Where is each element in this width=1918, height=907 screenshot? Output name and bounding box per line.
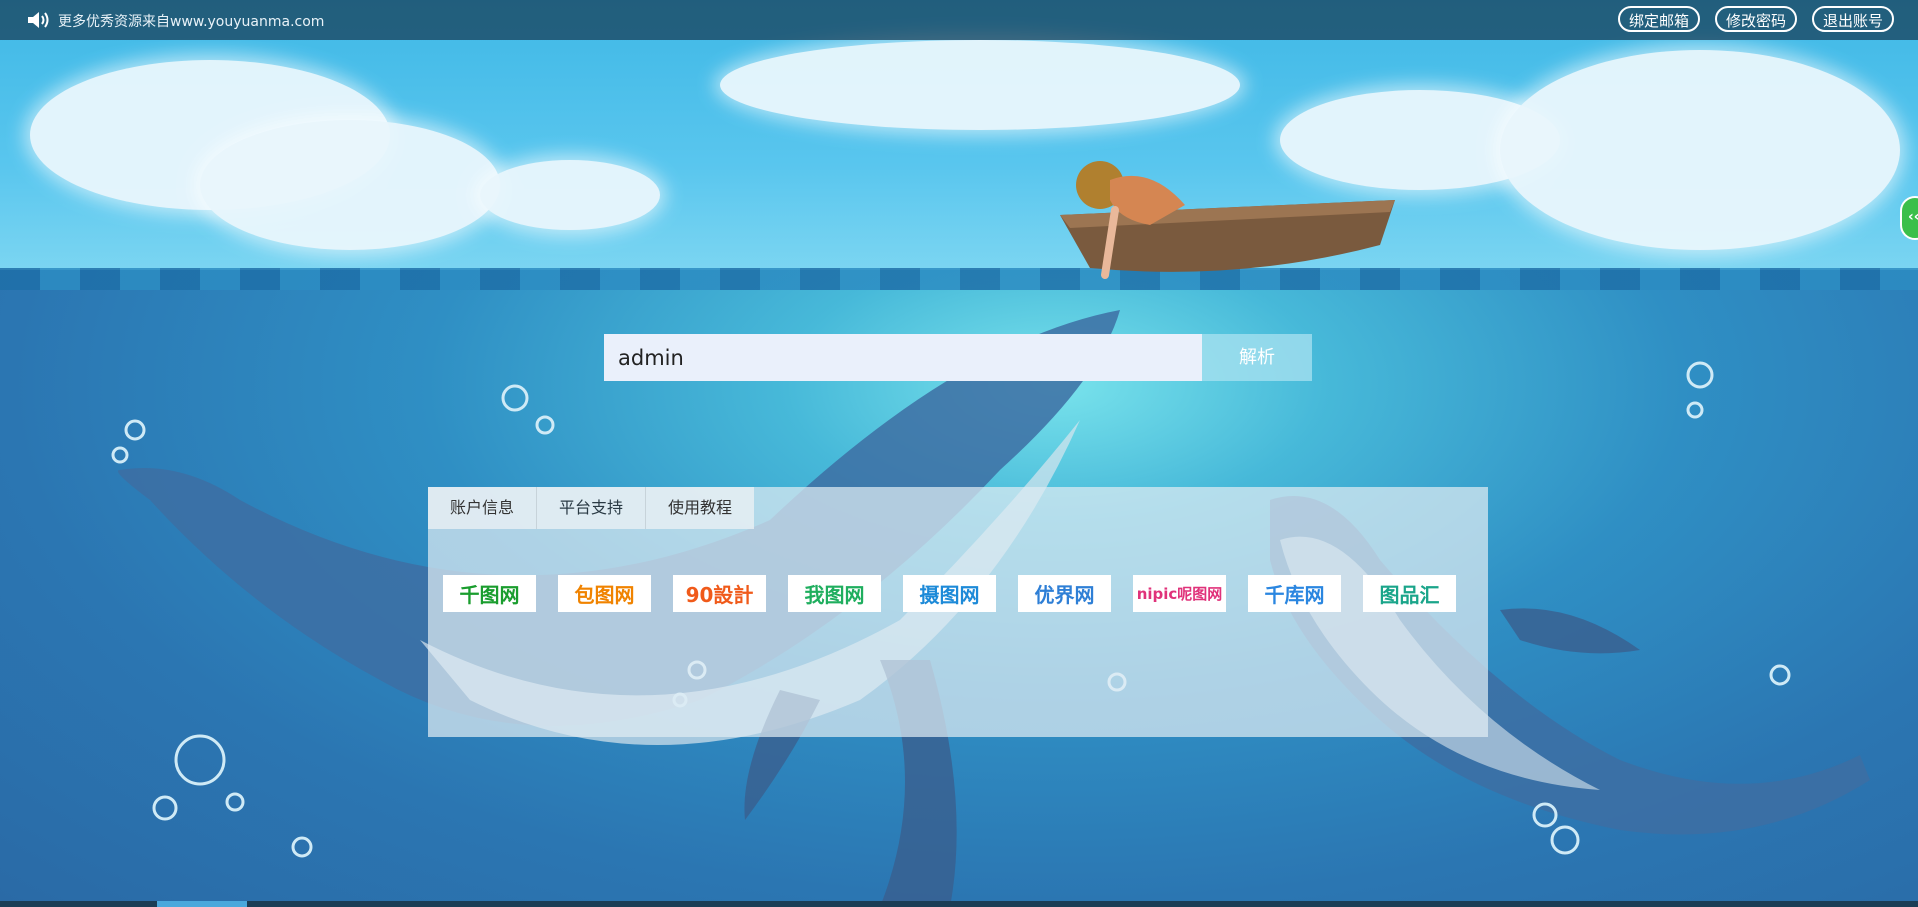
tab-account-info[interactable]: 账户信息: [428, 487, 538, 529]
platform-logo[interactable]: 图品汇: [1363, 575, 1456, 612]
platform-logo[interactable]: 包图网: [558, 575, 651, 612]
platform-logo-list: 千图网 包图网 90設計 我图网 摄图网 优界网 nipic呢图网 千库网 图品汇: [443, 575, 1478, 612]
panel-tabs: 账户信息 平台支持 使用教程: [428, 487, 755, 529]
speaker-icon[interactable]: [26, 10, 50, 30]
parse-button[interactable]: 解析: [1202, 334, 1312, 381]
change-password-button[interactable]: 修改密码: [1715, 6, 1798, 32]
platform-logo[interactable]: 摄图网: [903, 575, 996, 612]
double-chevron-left-icon: ‹‹: [1908, 209, 1918, 225]
whales-illustration: [111, 161, 1870, 907]
tab-platform-support[interactable]: 平台支持: [537, 487, 647, 529]
platform-logo[interactable]: nipic呢图网: [1133, 575, 1226, 612]
info-panel: 账户信息 平台支持 使用教程 千图网 包图网 90設計 我图网 摄图网 优界网 nipic呢…: [428, 487, 1488, 737]
background-scene: [0, 0, 1918, 907]
search-input[interactable]: [604, 334, 1202, 381]
logout-button[interactable]: 退出账号: [1812, 6, 1895, 32]
platform-logo[interactable]: 优界网: [1018, 575, 1111, 612]
top-bar: 更多优秀资源来自www.youyuanma.com 绑定邮箱 修改密码 退出账号: [0, 0, 1918, 40]
tab-tutorial[interactable]: 使用教程: [646, 487, 754, 529]
platform-logo[interactable]: 千库网: [1248, 575, 1341, 612]
bottom-status-bar: [0, 901, 1918, 907]
platform-logo[interactable]: 千图网: [443, 575, 536, 612]
source-notice: 更多优秀资源来自www.youyuanma.com: [58, 14, 325, 30]
bottom-status-chip: [157, 901, 247, 907]
platform-logo[interactable]: 90設計: [673, 575, 766, 612]
side-drawer-handle[interactable]: ‹‹: [1900, 196, 1918, 240]
bind-email-button[interactable]: 绑定邮箱: [1618, 6, 1701, 32]
platform-logo[interactable]: 我图网: [788, 575, 881, 612]
